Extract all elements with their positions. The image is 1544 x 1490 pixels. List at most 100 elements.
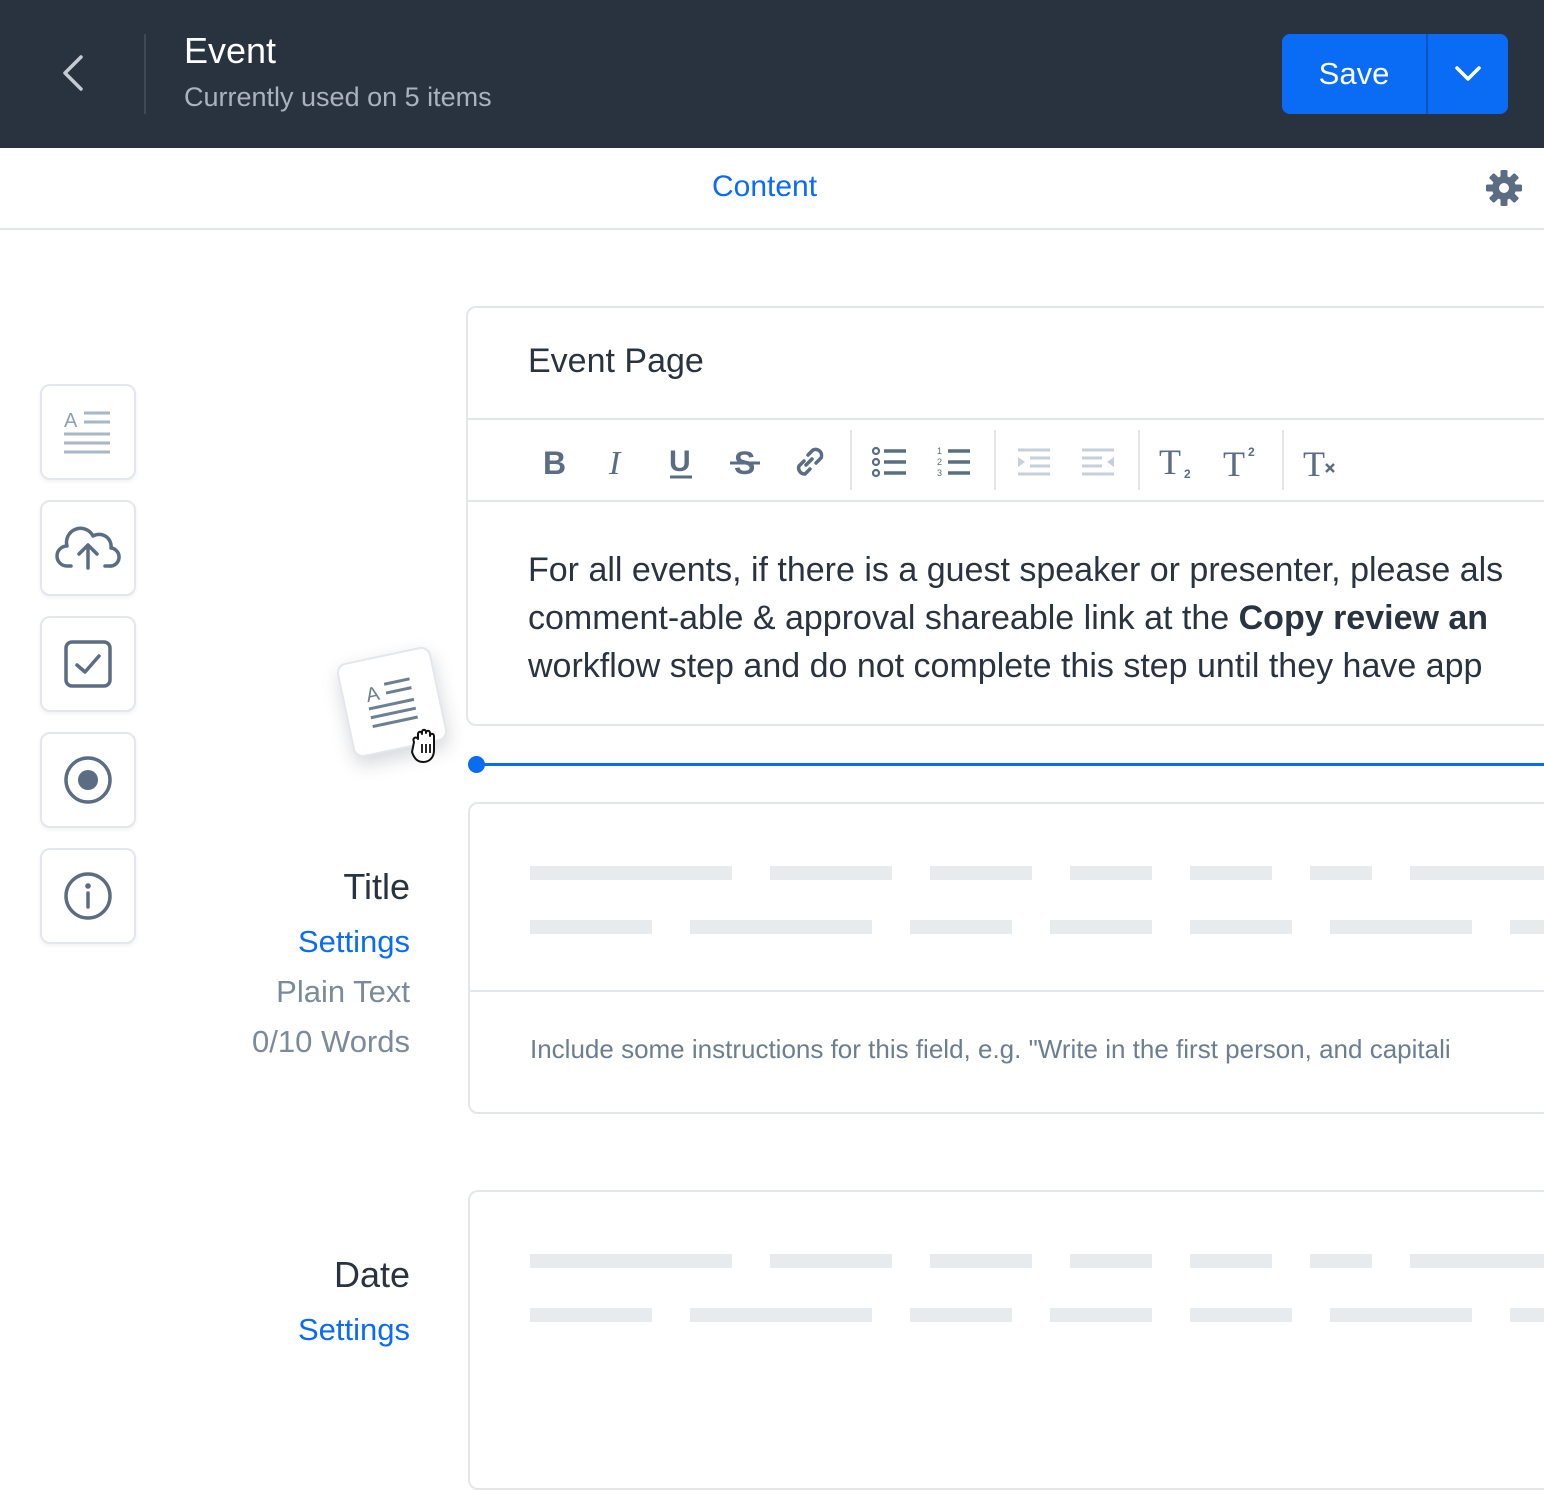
editor-line: workflow step and do not complete this s…: [528, 647, 1483, 685]
numbered-list-button[interactable]: 123: [934, 442, 974, 482]
placeholder-line: [1050, 920, 1152, 934]
card-title: Event Page: [528, 342, 704, 380]
rich-text-card: Event Page B I U S 1 2 3 T 2 T 2 T For a…: [466, 306, 1544, 726]
chevron-down-icon: [1455, 66, 1481, 81]
usage-subtitle: Currently used on 5 items: [184, 82, 492, 112]
link-icon: [796, 447, 824, 476]
editor-line: comment-able & approval shareable link a…: [528, 594, 1544, 642]
placeholder-line: [530, 1254, 732, 1268]
placeholder-line: [690, 920, 872, 934]
subscript-button[interactable]: T 2: [1158, 442, 1198, 482]
palette-info[interactable]: [40, 848, 136, 944]
checkbox-icon: [64, 640, 112, 688]
save-button-group: Save: [1282, 34, 1508, 114]
bullet-list-button[interactable]: [870, 442, 910, 482]
toolbar-separator: [1282, 430, 1284, 490]
indent-icon: [1082, 448, 1114, 476]
bullet-list-icon: [872, 446, 906, 478]
numbered-list-icon: 123: [937, 446, 970, 478]
placeholder-line: [1190, 1308, 1292, 1322]
underline-button[interactable]: U: [661, 442, 701, 482]
radio-icon: [64, 756, 112, 804]
title-settings-link[interactable]: Settings: [298, 924, 410, 960]
info-icon: [64, 872, 112, 920]
save-options-button[interactable]: [1428, 34, 1508, 114]
svg-text:1: 1: [937, 446, 942, 456]
svg-text:2: 2: [937, 457, 942, 467]
superscript-button[interactable]: T 2: [1222, 442, 1262, 482]
placeholder-line: [690, 1308, 872, 1322]
grab-hand-cursor-icon: [411, 728, 435, 763]
placeholder-line: [1070, 1254, 1152, 1268]
strikethrough-button[interactable]: S: [725, 442, 765, 482]
outdent-button[interactable]: [1014, 442, 1054, 482]
toolbar-separator: [1138, 430, 1140, 490]
editor-bold-text: Copy review an: [1238, 599, 1489, 637]
placeholder-line: [930, 866, 1032, 880]
rich-text-editor[interactable]: For all events, if there is a guest spea…: [528, 546, 1544, 690]
placeholder-line: [930, 1254, 1032, 1268]
bold-icon: B: [543, 445, 566, 479]
superscript-icon: T 2: [1223, 444, 1255, 480]
text-block-icon: A: [64, 410, 110, 454]
underline-icon: U: [669, 445, 692, 479]
placeholder-line: [1310, 866, 1372, 880]
placeholder-line: [1330, 1308, 1472, 1322]
strikethrough-icon: S: [730, 445, 760, 480]
placeholder-line: [1410, 866, 1544, 880]
placeholder-line: [1070, 866, 1152, 880]
palette-text-block[interactable]: A: [40, 384, 136, 480]
title-field-card[interactable]: Include some instructions for this field…: [468, 802, 1544, 1114]
svg-text:A: A: [64, 410, 78, 432]
field-instructions[interactable]: Include some instructions for this field…: [530, 1034, 1451, 1065]
svg-text:U: U: [669, 445, 691, 478]
svg-text:T: T: [1303, 444, 1325, 480]
placeholder-line: [1190, 1254, 1272, 1268]
title-field-label: Title: [343, 866, 410, 907]
toolbar-divider: [468, 500, 1544, 502]
editor-line: For all events, if there is a guest spea…: [528, 551, 1504, 589]
clear-format-button[interactable]: T: [1302, 442, 1342, 482]
bold-button[interactable]: B: [534, 442, 574, 482]
svg-text:T: T: [1159, 444, 1181, 480]
link-button[interactable]: [789, 442, 829, 482]
page-title: Event: [184, 30, 277, 71]
placeholder-line: [1510, 1308, 1544, 1322]
header-divider: [144, 34, 146, 114]
placeholder-line: [1190, 866, 1272, 880]
indent-button[interactable]: [1078, 442, 1118, 482]
svg-text:A: A: [364, 683, 382, 707]
date-settings-link[interactable]: Settings: [298, 1312, 410, 1348]
svg-text:2: 2: [1184, 467, 1191, 480]
chevron-left-icon: [63, 55, 83, 91]
italic-button[interactable]: I: [598, 442, 638, 482]
placeholder-line: [1310, 1254, 1372, 1268]
top-bar: Event Currently used on 5 items Save: [0, 0, 1544, 148]
gear-icon[interactable]: [1484, 168, 1524, 208]
placeholder-line: [530, 866, 732, 880]
date-field-card[interactable]: [468, 1190, 1544, 1490]
placeholder-line: [530, 920, 652, 934]
svg-text:3: 3: [937, 468, 942, 478]
subscript-icon: T 2: [1159, 444, 1191, 480]
svg-text:B: B: [543, 445, 566, 479]
palette-file-upload[interactable]: [40, 500, 136, 596]
placeholder-line: [1410, 1254, 1544, 1268]
svg-text:T: T: [1223, 444, 1245, 480]
palette-radio[interactable]: [40, 732, 136, 828]
toolbar-separator: [994, 430, 996, 490]
svg-text:I: I: [608, 445, 622, 479]
formatting-toolbar: B I U S 1 2 3 T 2 T 2 T: [468, 420, 1544, 500]
tab-bar: Content: [0, 148, 1544, 230]
placeholder-line: [910, 920, 1012, 934]
toolbar-separator: [850, 430, 852, 490]
placeholder-line: [770, 1254, 892, 1268]
save-button[interactable]: Save: [1282, 34, 1426, 114]
editor-text: comment-able & approval shareable link a…: [528, 599, 1239, 637]
title-word-count: 0/10 Words: [252, 1024, 410, 1059]
placeholder-line: [1050, 1308, 1152, 1322]
title-field-type: Plain Text: [276, 974, 410, 1009]
back-button[interactable]: [50, 50, 96, 96]
palette-checkbox[interactable]: [40, 616, 136, 712]
tab-content[interactable]: Content: [712, 170, 817, 204]
